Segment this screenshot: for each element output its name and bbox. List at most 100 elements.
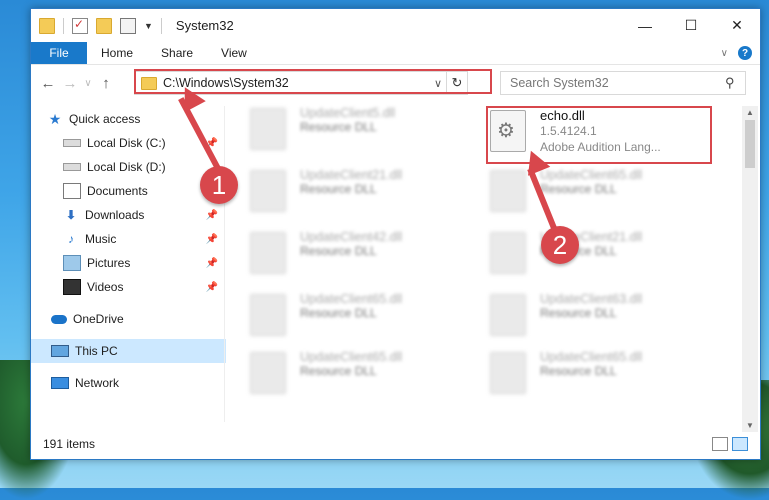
ribbon-right: ∨ ? bbox=[721, 46, 752, 60]
tab-share[interactable]: Share bbox=[147, 46, 207, 60]
callout-badge-2: 2 bbox=[541, 226, 579, 264]
pin-icon[interactable]: 📌 bbox=[206, 234, 218, 245]
search-box[interactable]: Search System32 ⚲ bbox=[500, 71, 746, 95]
sidebar-item-downloads[interactable]: ⬇ Downloads 📌 bbox=[31, 203, 226, 227]
customize-toolbar-chevron-icon[interactable]: ▼ bbox=[144, 21, 153, 31]
help-icon[interactable]: ? bbox=[738, 46, 752, 60]
sidebar-item-label: Pictures bbox=[87, 256, 131, 270]
sidebar-item-label: Downloads bbox=[85, 208, 145, 222]
minimize-button[interactable]: — bbox=[622, 9, 668, 42]
file-type: Resource DLL bbox=[540, 182, 617, 196]
toolbar-divider bbox=[63, 17, 64, 34]
sidebar-item-label: Network bbox=[75, 376, 120, 390]
dll-file-icon bbox=[490, 232, 526, 274]
scroll-up-icon[interactable]: ▲ bbox=[742, 108, 758, 117]
pane-divider bbox=[224, 106, 225, 422]
file-item[interactable]: UpdateClient21.dll Resource DLL bbox=[250, 168, 470, 220]
vertical-scrollbar[interactable]: ▲ ▼ bbox=[742, 106, 758, 432]
pictures-icon bbox=[63, 255, 81, 271]
sidebar-item-this-pc[interactable]: This PC bbox=[31, 339, 226, 363]
maximize-button[interactable]: ☐ bbox=[668, 9, 714, 42]
sidebar-item-label: This PC bbox=[75, 344, 118, 358]
sidebar-item-network[interactable]: Network bbox=[31, 371, 226, 395]
back-button[interactable]: ← bbox=[37, 75, 59, 92]
dll-file-icon bbox=[250, 170, 286, 212]
forward-button[interactable]: → bbox=[59, 75, 81, 92]
properties-check-icon[interactable] bbox=[72, 17, 88, 34]
file-item[interactable]: UpdateClient63.dll Resource DLL bbox=[490, 292, 710, 344]
sidebar-item-label: Local Disk (C:) bbox=[87, 136, 166, 150]
tab-view[interactable]: View bbox=[207, 46, 261, 60]
file-item[interactable]: UpdateClient65.dll Resource DLL bbox=[250, 350, 470, 402]
sidebar-item-pictures[interactable]: Pictures 📌 bbox=[31, 251, 226, 275]
recent-locations-chevron-icon[interactable]: ∨ bbox=[81, 78, 95, 89]
scroll-down-icon[interactable]: ▼ bbox=[742, 421, 758, 430]
up-button[interactable]: ↑ bbox=[95, 75, 117, 92]
pin-icon[interactable]: 📌 bbox=[206, 282, 218, 293]
file-type: Resource DLL bbox=[300, 306, 377, 320]
music-icon: ♪ bbox=[68, 232, 74, 246]
file-item[interactable]: UpdateClient21.dll Resource DLL bbox=[490, 230, 710, 282]
file-type: Resource DLL bbox=[300, 244, 377, 258]
file-type: Resource DLL bbox=[300, 182, 377, 196]
file-item[interactable]: UpdateClient5.dll Resource DLL bbox=[250, 106, 470, 158]
sidebar-item-label: OneDrive bbox=[73, 312, 124, 326]
sidebar-item-videos[interactable]: Videos 📌 bbox=[31, 275, 226, 299]
details-view-icon[interactable] bbox=[712, 437, 728, 451]
pin-icon[interactable]: 📌 bbox=[206, 258, 218, 269]
tab-file[interactable]: File bbox=[31, 42, 87, 64]
window-title: System32 bbox=[175, 18, 234, 33]
sidebar-item-onedrive[interactable]: OneDrive bbox=[31, 307, 226, 331]
file-name: UpdateClient65.dll bbox=[300, 350, 403, 364]
item-count: 191 items bbox=[43, 437, 96, 451]
file-item[interactable]: UpdateClient65.dll Resource DLL bbox=[490, 350, 710, 402]
sidebar-item-label: Documents bbox=[87, 184, 148, 198]
file-type: Resource DLL bbox=[540, 364, 617, 378]
large-icons-view-icon[interactable] bbox=[732, 437, 748, 451]
file-item[interactable]: UpdateClient42.dll Resource DLL bbox=[250, 230, 470, 282]
file-name: UpdateClient42.dll bbox=[300, 230, 403, 244]
window-controls: — ☐ ✕ bbox=[622, 9, 760, 42]
file-item[interactable]: UpdateClient65.dll Resource DLL bbox=[250, 292, 470, 344]
expand-ribbon-chevron-icon[interactable]: ∨ bbox=[721, 48, 728, 59]
dll-file-icon bbox=[250, 294, 286, 336]
drive-icon bbox=[63, 163, 81, 171]
navigation-pane: ★ Quick access Local Disk (C:) 📌 Local D… bbox=[31, 107, 226, 427]
callout-badge-1: 1 bbox=[200, 166, 238, 204]
close-button[interactable]: ✕ bbox=[714, 9, 760, 42]
sidebar-item-label: Videos bbox=[87, 280, 124, 294]
sidebar-item-local-disk-d[interactable]: Local Disk (D:) bbox=[31, 155, 226, 179]
file-item[interactable]: UpdateClient65.dll Resource DLL bbox=[490, 168, 710, 220]
sidebar-item-music[interactable]: ♪ Music 📌 bbox=[31, 227, 226, 251]
search-icon[interactable]: ⚲ bbox=[725, 75, 745, 91]
sidebar-item-documents[interactable]: Documents bbox=[31, 179, 226, 203]
documents-icon bbox=[63, 183, 81, 199]
pc-icon bbox=[51, 345, 69, 357]
new-folder-icon[interactable] bbox=[96, 17, 112, 34]
file-name: UpdateClient63.dll bbox=[540, 292, 643, 306]
dll-file-icon bbox=[250, 108, 286, 150]
toolbar-divider bbox=[160, 17, 162, 34]
dll-file-icon bbox=[490, 352, 526, 394]
scrollbar-thumb[interactable] bbox=[745, 120, 755, 168]
file-name: UpdateClient5.dll bbox=[300, 106, 396, 120]
ribbon-tabs: File Home Share View ∨ ? bbox=[31, 42, 760, 65]
dll-file-icon bbox=[490, 294, 526, 336]
star-icon: ★ bbox=[48, 111, 62, 127]
properties-icon[interactable] bbox=[120, 17, 136, 34]
view-buttons bbox=[708, 437, 748, 451]
file-name: UpdateClient65.dll bbox=[540, 350, 643, 364]
videos-icon bbox=[63, 279, 81, 295]
file-type: Resource DLL bbox=[300, 364, 377, 378]
search-input[interactable]: Search System32 bbox=[501, 76, 725, 90]
tab-home[interactable]: Home bbox=[87, 46, 147, 60]
sidebar-item-label: Quick access bbox=[69, 112, 141, 126]
sidebar-item-label: Music bbox=[85, 232, 117, 246]
downloads-icon: ⬇ bbox=[65, 208, 77, 222]
title-bar: ▼ System32 — ☐ ✕ bbox=[31, 9, 760, 42]
dll-file-icon bbox=[250, 232, 286, 274]
status-bar: 191 items bbox=[31, 431, 758, 457]
pin-icon[interactable]: 📌 bbox=[206, 210, 218, 221]
file-type: Resource DLL bbox=[540, 306, 617, 320]
onedrive-icon bbox=[51, 314, 67, 324]
